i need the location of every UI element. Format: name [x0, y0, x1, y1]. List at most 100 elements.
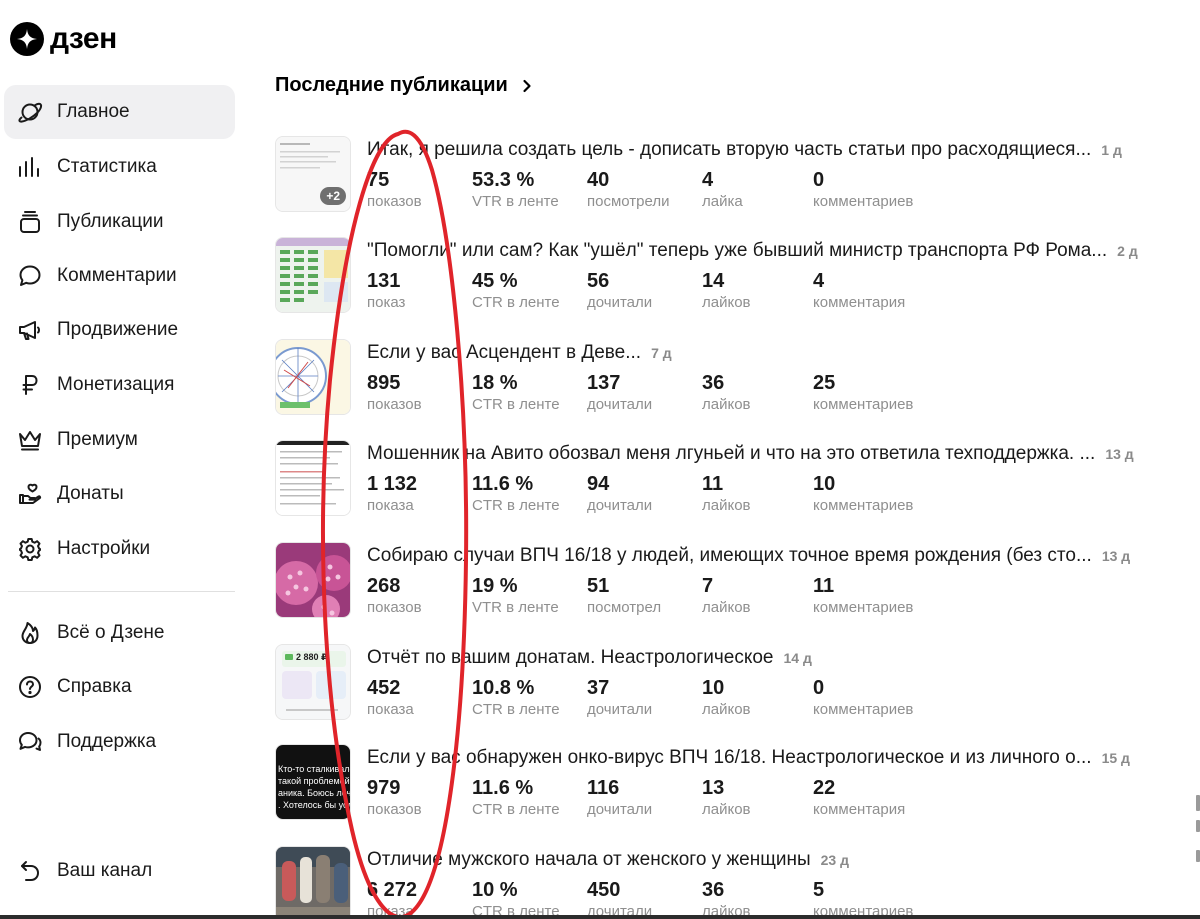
- publication-title[interactable]: Если у вас обнаружен онко-вирус ВПЧ 16/1…: [367, 747, 1092, 769]
- stat-label: лайков: [702, 396, 751, 413]
- sidebar-item-comments[interactable]: Комментарии: [4, 249, 235, 303]
- ruble-icon: [16, 371, 44, 399]
- stat-comments: 0 комментариев: [813, 677, 913, 720]
- gear-icon: [16, 535, 44, 563]
- sidebar-item-label: Справка: [57, 676, 132, 697]
- stat-value: 75: [367, 169, 390, 191]
- publication-age: 1 д: [1101, 142, 1122, 158]
- publication-title[interactable]: Если у вас Асцендент в Деве...: [367, 342, 641, 364]
- logo-text: дзен: [50, 22, 117, 55]
- hand-heart-icon: [16, 480, 44, 508]
- publication-row[interactable]: "Помогли" или сам? Как "ушёл" теперь уже…: [275, 237, 1165, 317]
- publication-title-line[interactable]: "Помогли" или сам? Как "ушёл" теперь уже…: [367, 240, 1152, 262]
- stat-rate: 11.6 % CTR в ленте: [472, 473, 560, 516]
- stat-label: VTR в ленте: [472, 193, 559, 210]
- stat-impressions: 979 показов: [367, 777, 422, 820]
- clipped-edge-element: [1196, 850, 1200, 862]
- stat-label: CTR в ленте: [472, 497, 560, 514]
- publication-age: 14 д: [783, 650, 812, 666]
- sidebar-item-label: Премиум: [57, 429, 138, 450]
- publication-row[interactable]: +2 Итак, я решила создать цель - дописат…: [275, 136, 1165, 216]
- stat-label: лайков: [702, 294, 751, 311]
- sidebar-item-monetization[interactable]: Монетизация: [4, 358, 235, 412]
- stat-value: 452: [367, 677, 401, 699]
- stat-value: 137: [587, 372, 621, 394]
- sidebar-item-about-dzen[interactable]: Всё о Дзене: [4, 606, 235, 660]
- sidebar-item-help[interactable]: Справка: [4, 660, 235, 714]
- publication-title-line[interactable]: Собираю случаи ВПЧ 16/18 у людей, имеющи…: [367, 545, 1152, 567]
- publication-title-line[interactable]: Отличие мужского начала от женского у же…: [367, 849, 1152, 871]
- flame-icon: [16, 619, 44, 647]
- stat-label: лайков: [702, 599, 751, 616]
- stat-value: 0: [813, 677, 825, 699]
- publication-title-line[interactable]: Мошенник на Авито обозвал меня лгуньей и…: [367, 443, 1152, 465]
- sidebar-item-label: Настройки: [57, 538, 151, 559]
- your-channel-link[interactable]: Ваш канал: [4, 844, 235, 898]
- stat-rate: 53.3 % VTR в ленте: [472, 169, 559, 212]
- chevron-right-icon: [523, 79, 531, 92]
- sidebar-item-settings[interactable]: Настройки: [4, 522, 235, 576]
- stat-impressions: 1 132 показа: [367, 473, 417, 516]
- stat-reads: 137 дочитали: [587, 372, 652, 415]
- publication-age: 13 д: [1101, 548, 1131, 564]
- question-icon: [16, 673, 44, 701]
- publication-title-line[interactable]: Если у вас Асцендент в Деве... 7 д: [367, 342, 1152, 364]
- stat-value: 36: [702, 372, 725, 394]
- sidebar-item-statistics[interactable]: Статистика: [4, 140, 235, 194]
- sidebar-item-label: Комментарии: [57, 265, 177, 286]
- sidebar-item-support[interactable]: Поддержка: [4, 715, 235, 769]
- publication-title[interactable]: "Помогли" или сам? Как "ушёл" теперь уже…: [367, 240, 1107, 262]
- clipped-edge-element: [1196, 820, 1200, 832]
- stat-value: 4: [702, 169, 714, 191]
- publication-row[interactable]: Отличие мужского начала от женского у же…: [275, 846, 1165, 919]
- publication-title[interactable]: Собираю случаи ВПЧ 16/18 у людей, имеющи…: [367, 545, 1092, 567]
- stat-likes: 36 лайков: [702, 879, 751, 919]
- stack-icon: [16, 208, 44, 236]
- sidebar-divider: [8, 591, 235, 592]
- stat-value: 25: [813, 372, 836, 394]
- overlay-line: . Хотелось бы услы: [278, 800, 350, 810]
- sidebar-item-premium[interactable]: Премиум: [4, 413, 235, 467]
- stat-value: 7: [702, 575, 714, 597]
- stat-value: 0: [813, 169, 825, 191]
- stat-rate: 10.8 % CTR в ленте: [472, 677, 560, 720]
- publication-title[interactable]: Мошенник на Авито обозвал меня лгуньей и…: [367, 443, 1095, 465]
- stat-label: комментария: [813, 801, 906, 818]
- sidebar-item-publications[interactable]: Публикации: [4, 195, 235, 249]
- publication-title-line[interactable]: Если у вас обнаружен онко-вирус ВПЧ 16/1…: [367, 747, 1152, 769]
- overlay-line: такой проблемой, к: [278, 776, 351, 786]
- publication-row[interactable]: Мошенник на Авито обозвал меня лгуньей и…: [275, 440, 1165, 520]
- stat-comments: 5 комментариев: [813, 879, 913, 919]
- your-channel-label: Ваш канал: [57, 860, 153, 881]
- sidebar-item-promotion[interactable]: Продвижение: [4, 303, 235, 357]
- speech-bubble-icon: [16, 262, 44, 290]
- publication-title-line[interactable]: Итак, я решила создать цель - дописать в…: [367, 139, 1152, 161]
- publication-title-line[interactable]: Отчёт по вашим донатам. Неастрологическо…: [367, 647, 1152, 669]
- sidebar-item-donations[interactable]: Донаты: [4, 467, 235, 521]
- publication-row[interactable]: Кто-то сталкивался такой проблемой, к ан…: [275, 744, 1165, 824]
- megaphone-icon: [16, 316, 44, 344]
- publication-title[interactable]: Отчёт по вашим донатам. Неастрологическо…: [367, 647, 774, 669]
- stat-impressions: 75 показов: [367, 169, 422, 212]
- sidebar-item-main[interactable]: Главное: [4, 85, 235, 139]
- stat-comments: 4 комментария: [813, 270, 905, 313]
- stat-value: 5: [813, 879, 825, 901]
- dzen-star-icon: [10, 22, 44, 56]
- publication-row[interactable]: Если у вас Асцендент в Деве... 7 д 895 пок…: [275, 339, 1165, 419]
- stat-label: лайка: [702, 193, 743, 210]
- sidebar-item-label: Монетизация: [57, 374, 175, 395]
- publication-row[interactable]: 2 880 ₽ Отчёт по вашим донатам. Неастрол…: [275, 644, 1165, 724]
- publication-thumbnail: Кто-то сталкивался такой проблемой, к ан…: [275, 744, 351, 820]
- stat-rate: 10 % CTR в ленте: [472, 879, 560, 919]
- stat-comments: 22 комментария: [813, 777, 905, 820]
- dzen-logo[interactable]: дзен: [10, 22, 117, 56]
- latest-publications-header[interactable]: Последние публикации: [275, 74, 534, 97]
- stat-comments: 11 комментариев: [813, 575, 913, 618]
- stat-reads: 40 посмотрели: [587, 169, 669, 212]
- publication-row[interactable]: Собираю случаи ВПЧ 16/18 у людей, имеющи…: [275, 542, 1165, 622]
- stat-likes: 10 лайков: [702, 677, 751, 720]
- overlay-line: аника. Боюсь лечит: [278, 788, 351, 798]
- stat-value: 10: [702, 677, 725, 699]
- publication-title[interactable]: Отличие мужского начала от женского у же…: [367, 849, 811, 871]
- publication-title[interactable]: Итак, я решила создать цель - дописать в…: [367, 139, 1091, 161]
